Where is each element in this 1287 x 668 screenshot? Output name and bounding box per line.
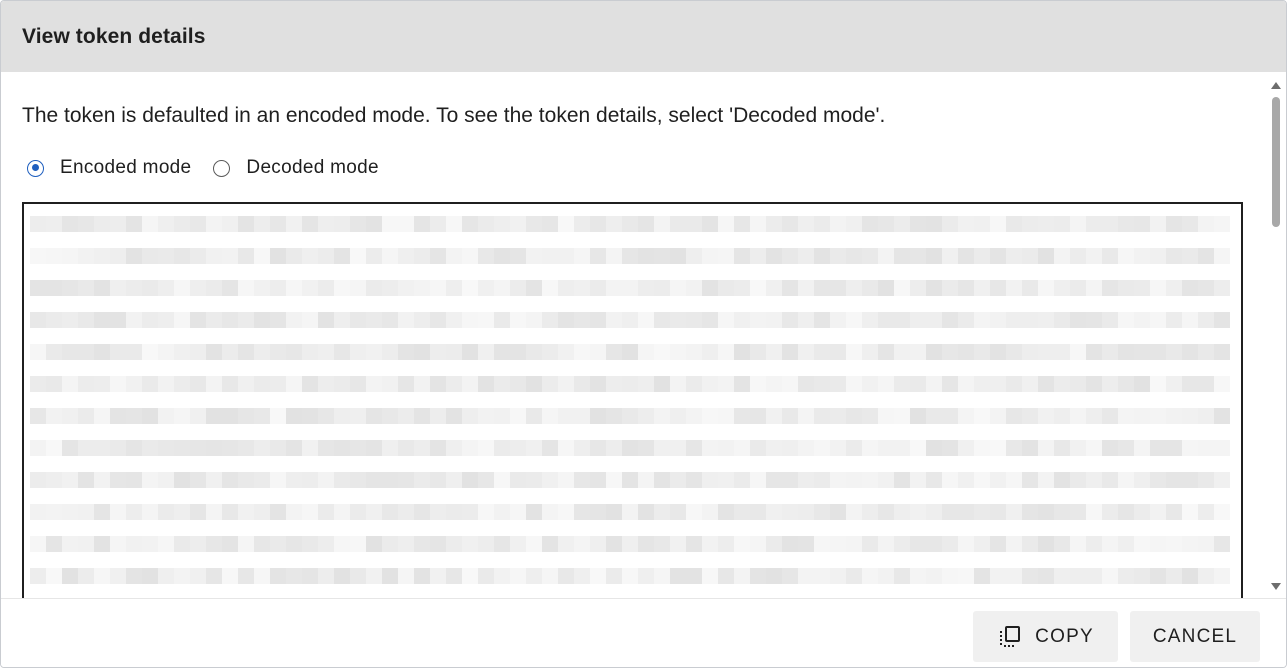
token-redacted-row: [30, 344, 1230, 360]
encoded-mode-label: Encoded mode: [60, 157, 192, 178]
copy-button[interactable]: COPY: [973, 611, 1118, 662]
token-redacted-content: [30, 216, 1230, 598]
decoded-mode-option[interactable]: Decoded mode: [213, 157, 379, 179]
decoded-mode-label: Decoded mode: [246, 157, 379, 178]
dialog-footer: COPY CANCEL: [1, 598, 1286, 667]
dialog-header: View token details: [1, 1, 1286, 72]
token-redacted-row: [30, 536, 1230, 552]
copy-button-label: COPY: [1035, 625, 1094, 647]
mode-radio-group: Encoded mode Decoded mode: [27, 157, 401, 179]
token-redacted-row: [30, 504, 1230, 520]
encoded-mode-radio[interactable]: [27, 159, 44, 177]
token-redacted-row: [30, 472, 1230, 488]
dialog-scrollbar[interactable]: [1266, 72, 1286, 598]
token-redacted-row: [30, 248, 1230, 264]
token-text-area[interactable]: [22, 202, 1243, 598]
dialog-description: The token is defaulted in an encoded mod…: [22, 104, 886, 127]
cancel-button[interactable]: CANCEL: [1130, 611, 1260, 662]
scroll-thumb[interactable]: [1272, 97, 1280, 227]
token-redacted-row: [30, 408, 1230, 424]
dialog-body: The token is defaulted in an encoded mod…: [1, 72, 1268, 598]
encoded-mode-option[interactable]: Encoded mode: [27, 157, 191, 179]
token-redacted-row: [30, 280, 1230, 296]
dialog-title: View token details: [22, 24, 206, 48]
token-redacted-row: [30, 440, 1230, 456]
token-redacted-row: [30, 216, 1230, 232]
token-redacted-row: [30, 376, 1230, 392]
token-redacted-row: [30, 568, 1230, 584]
decoded-mode-radio[interactable]: [213, 159, 231, 177]
token-details-dialog: View token details The token is defaulte…: [0, 0, 1287, 668]
scroll-up-arrow-icon[interactable]: [1271, 82, 1281, 89]
cancel-button-label: CANCEL: [1152, 625, 1238, 647]
scroll-down-arrow-icon[interactable]: [1271, 583, 1281, 590]
copy-icon: [1000, 625, 1021, 647]
token-redacted-row: [30, 312, 1230, 328]
